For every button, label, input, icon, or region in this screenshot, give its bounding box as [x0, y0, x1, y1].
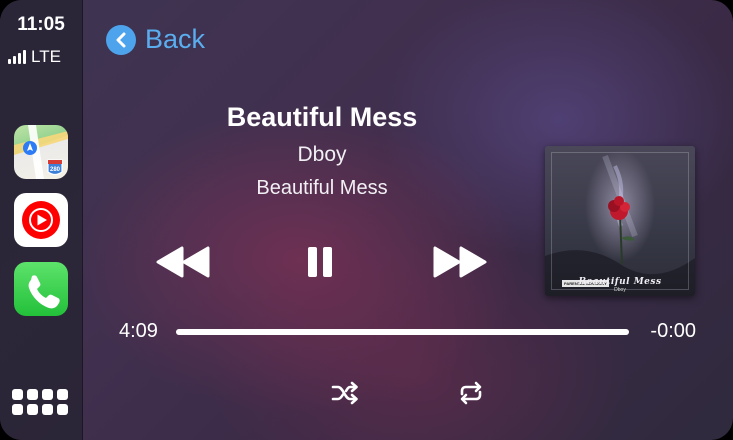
phone-app-icon[interactable]	[14, 262, 68, 316]
artwork-title: Beautiful Mess	[578, 277, 662, 287]
signal-status: LTE	[8, 47, 61, 67]
fast-forward-icon	[433, 246, 487, 278]
app-grid-icon[interactable]	[12, 389, 70, 421]
track-title: Beautiful Mess	[226, 102, 418, 132]
remaining-time: -0:00	[650, 320, 696, 342]
rewind-icon	[156, 246, 210, 278]
track-artist: Dboy	[297, 143, 347, 166]
carplay-screen: 11:05 LTE 280 Back Beautiful Mess Dboy B…	[0, 0, 733, 440]
track-album: Beautiful Mess	[256, 177, 388, 199]
sidebar: 11:05 LTE 280	[0, 0, 83, 440]
maps-app-icon[interactable]: 280	[14, 125, 68, 179]
repeat-icon	[460, 381, 482, 405]
album-artwork: PARENTAL ADVISORY Beautiful Mess Dboy	[545, 146, 695, 296]
shuffle-icon	[331, 381, 358, 405]
back-button[interactable]: Back	[106, 24, 205, 55]
svg-text:280: 280	[50, 167, 61, 173]
signal-bars-icon	[8, 50, 26, 64]
network-type: LTE	[31, 47, 61, 66]
artwork-artist: Dboy	[614, 287, 626, 293]
pause-button[interactable]	[306, 245, 336, 284]
youtube-music-app-icon[interactable]	[14, 193, 68, 247]
elapsed-time: 4:09	[119, 320, 158, 342]
repeat-button[interactable]	[458, 381, 484, 410]
fast-forward-button[interactable]	[431, 245, 489, 284]
progress-bar[interactable]	[176, 329, 629, 335]
artwork-frame	[551, 152, 689, 290]
progress-fill	[176, 329, 629, 335]
status-time: 11:05	[17, 14, 65, 35]
shuffle-button[interactable]	[331, 381, 359, 410]
back-label: Back	[145, 24, 206, 54]
chevron-left-icon	[106, 24, 136, 55]
rewind-button[interactable]	[154, 245, 212, 284]
pause-icon	[308, 247, 332, 277]
